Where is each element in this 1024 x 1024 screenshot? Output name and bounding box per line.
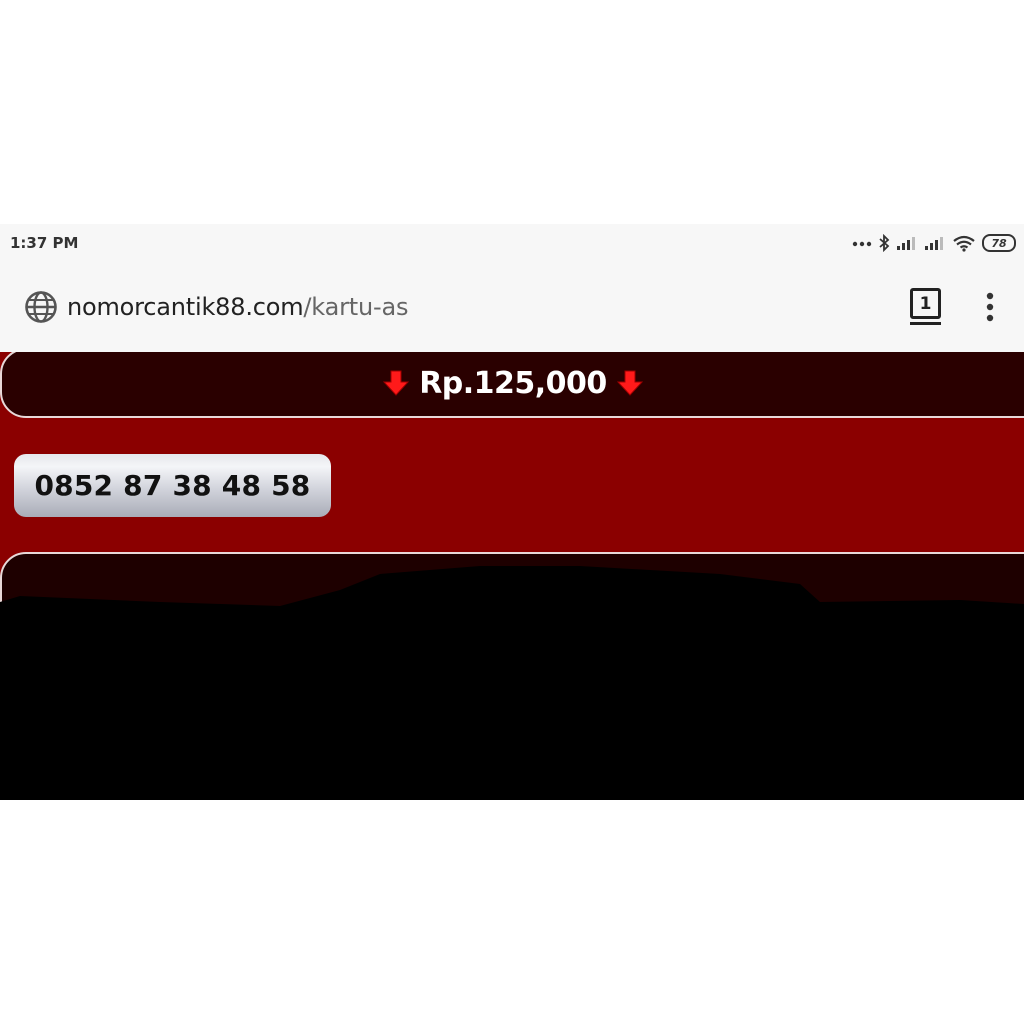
page-content: Rp.125,000 0852 87 38 48 58 — [0, 352, 1024, 800]
tab-switcher-button[interactable]: 1 — [910, 288, 941, 319]
battery-icon: 78 — [982, 234, 1016, 252]
signal-icon — [925, 237, 943, 250]
signal-icon — [897, 237, 915, 250]
more-dots-icon — [852, 241, 872, 247]
url-path: /kartu-as — [303, 293, 409, 321]
url-text[interactable]: nomorcantik88.com/kartu-as — [67, 293, 408, 321]
bluetooth-icon — [879, 234, 890, 252]
phone-screen: 1:37 PM 78 nomorcantik88.com/kartu-as 1 … — [0, 224, 1024, 800]
wifi-icon — [953, 235, 975, 252]
url-domain: nomorcantik88.com — [67, 293, 304, 321]
tab-count: 1 — [919, 293, 932, 314]
status-time: 1:37 PM — [10, 234, 79, 252]
status-bar: 1:37 PM 78 — [0, 224, 1024, 264]
browser-address-bar[interactable]: nomorcantik88.com/kartu-as 1 — [0, 264, 1024, 352]
redaction-scribble — [0, 566, 1024, 800]
tab-switcher-underline — [910, 322, 941, 325]
status-icons: 78 — [852, 232, 1016, 254]
more-vert-icon[interactable] — [985, 292, 995, 322]
globe-icon — [25, 291, 57, 323]
